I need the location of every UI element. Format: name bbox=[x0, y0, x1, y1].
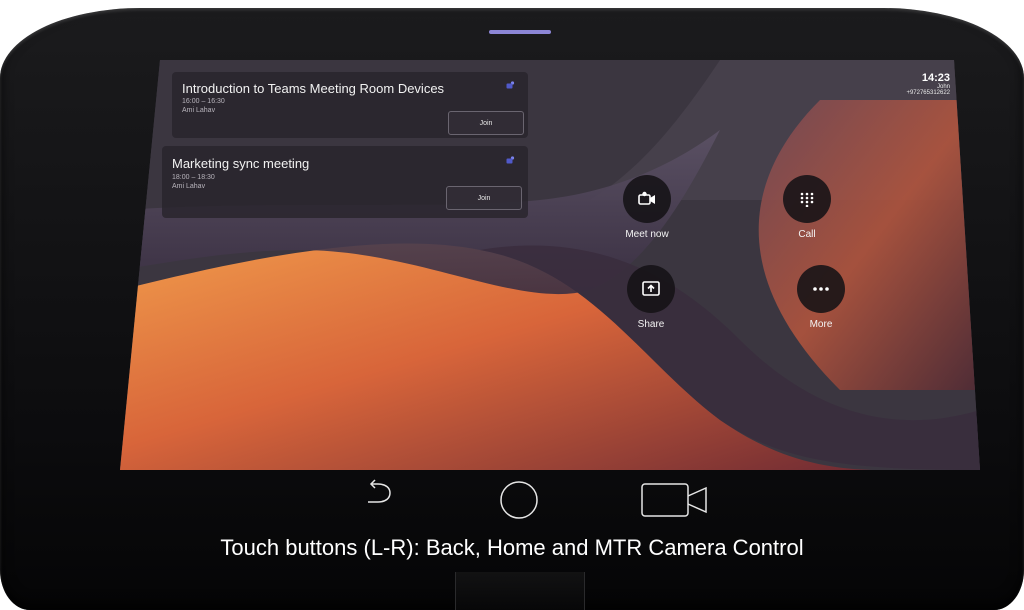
status-area: 14:23 John +972765312622 bbox=[906, 72, 950, 96]
teams-icon bbox=[506, 156, 515, 164]
meet-now-label: Meet now bbox=[625, 229, 669, 240]
join-button[interactable]: Join bbox=[448, 111, 524, 135]
device-stage: Introduction to Teams Meeting Room Devic… bbox=[0, 0, 1024, 610]
more-label: More bbox=[809, 319, 833, 330]
call-label: Call bbox=[798, 229, 816, 240]
device-stand bbox=[455, 572, 585, 610]
camera-control-icon[interactable] bbox=[640, 482, 710, 518]
meeting-card[interactable]: Introduction to Teams Meeting Room Devic… bbox=[172, 72, 528, 138]
meeting-time: 18:00 – 18:30 bbox=[172, 174, 215, 181]
share-label: Share bbox=[637, 319, 665, 330]
video-camera-icon bbox=[623, 175, 671, 223]
more-dots-icon bbox=[797, 265, 845, 313]
meeting-organizer: Ami Lahav bbox=[172, 183, 206, 190]
teams-icon bbox=[506, 81, 515, 89]
status-light bbox=[489, 30, 551, 34]
meeting-title: Introduction to Teams Meeting Room Devic… bbox=[182, 81, 445, 96]
phone-number: +972765312622 bbox=[906, 90, 950, 96]
call-button[interactable]: Call bbox=[762, 175, 852, 240]
meeting-time: 16:00 – 16:30 bbox=[182, 98, 225, 105]
more-button[interactable]: More bbox=[776, 265, 866, 330]
meeting-card[interactable]: Marketing sync meeting 18:00 – 18:30 Ami… bbox=[162, 146, 528, 218]
back-arrow-icon[interactable] bbox=[364, 478, 394, 506]
meet-now-button[interactable]: Meet now bbox=[602, 175, 692, 240]
meeting-title: Marketing sync meeting bbox=[172, 156, 310, 171]
touch-screen: Introduction to Teams Meeting Room Devic… bbox=[120, 60, 980, 470]
caption-text: Touch buttons (L-R): Back, Home and MTR … bbox=[220, 535, 804, 560]
clock-time: 14:23 bbox=[921, 72, 950, 84]
share-screen-icon bbox=[627, 265, 675, 313]
dialpad-icon bbox=[783, 175, 831, 223]
home-circle-icon[interactable] bbox=[498, 479, 540, 521]
meeting-organizer: Ami Lahav bbox=[182, 107, 216, 114]
share-button[interactable]: Share bbox=[606, 265, 696, 330]
join-button[interactable]: Join bbox=[446, 186, 522, 210]
